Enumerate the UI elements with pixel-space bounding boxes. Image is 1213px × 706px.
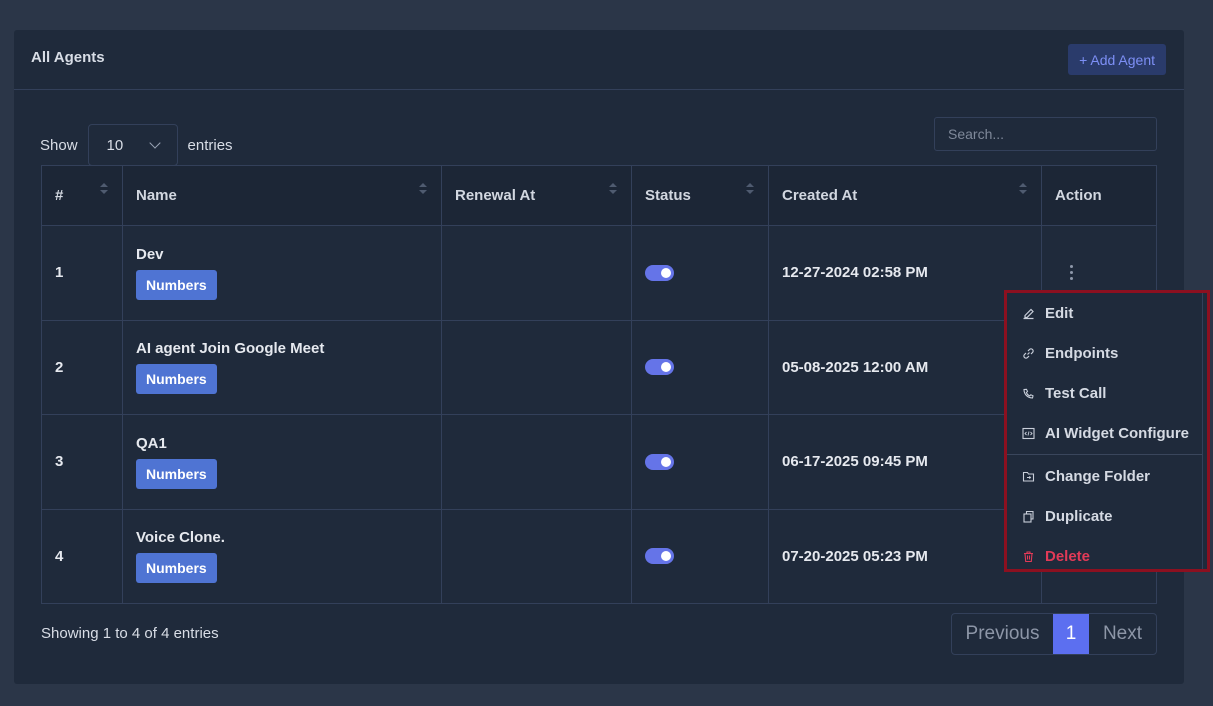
row-index: 1	[41, 225, 123, 321]
table-row: 3 QA1 Numbers 06-17-2025 09:45 PM	[41, 414, 1157, 510]
chevron-down-icon	[148, 137, 161, 149]
menu-item-label: Delete	[1045, 547, 1091, 565]
sort-icon	[746, 183, 754, 197]
sort-icon	[419, 183, 427, 197]
menu-item-label: Endpoints	[1045, 344, 1119, 362]
row-name-cell: AI agent Join Google Meet Numbers	[122, 319, 442, 415]
row-name-cell: QA1 Numbers	[122, 414, 442, 510]
length-control: Show 10 entries	[40, 124, 233, 166]
entries-select[interactable]: 10	[87, 124, 178, 166]
phone-icon	[1022, 387, 1035, 400]
row-status	[631, 414, 769, 510]
row-index: 2	[41, 319, 123, 415]
page-1-button[interactable]: 1	[1053, 614, 1089, 654]
menu-item-change-folder[interactable]: Change Folder	[1007, 456, 1202, 496]
more-options-icon[interactable]	[1069, 265, 1073, 281]
trash-icon	[1022, 550, 1035, 563]
agent-name: Voice Clone.	[136, 529, 225, 547]
row-created: 12-27-2024 02:58 PM	[768, 225, 1042, 321]
show-label: Show	[40, 136, 78, 154]
page-title: All Agents	[31, 49, 105, 66]
numbers-badge[interactable]: Numbers	[136, 269, 217, 300]
previous-page-button[interactable]: Previous	[952, 614, 1053, 654]
row-index: 3	[41, 414, 123, 510]
entries-value: 10	[106, 136, 124, 154]
column-header-name[interactable]: Name	[122, 165, 442, 226]
entries-label: entries	[187, 136, 233, 154]
row-renewal	[441, 225, 632, 321]
action-menu-list: Edit Endpoints Test Call AI Widget Confi…	[1007, 293, 1203, 569]
row-created: 06-17-2025 09:45 PM	[768, 414, 1042, 510]
row-renewal	[441, 414, 632, 510]
row-status	[631, 225, 769, 321]
column-header-created[interactable]: Created At	[768, 165, 1042, 226]
menu-item-endpoints[interactable]: Endpoints	[1007, 333, 1202, 373]
pagination: Previous 1 Next	[951, 613, 1157, 655]
row-renewal	[441, 319, 632, 415]
menu-item-label: Duplicate	[1045, 507, 1113, 525]
table-controls: Show 10 entries	[40, 116, 1157, 166]
menu-item-label: AI Widget Configure	[1045, 424, 1190, 442]
folder-icon	[1022, 470, 1035, 483]
table-row: 2 AI agent Join Google Meet Numbers 05-0…	[41, 319, 1157, 415]
row-index: 4	[41, 508, 123, 604]
table-row: 1 Dev Numbers 12-27-2024 02:58 PM	[41, 225, 1157, 321]
column-header-index[interactable]: #	[41, 165, 123, 226]
column-header-action: Action	[1041, 165, 1157, 226]
column-header-renewal[interactable]: Renewal At	[441, 165, 632, 226]
menu-item-duplicate[interactable]: Duplicate	[1007, 496, 1202, 536]
menu-item-label: Change Folder	[1045, 467, 1151, 485]
menu-item-test-call[interactable]: Test Call	[1007, 373, 1202, 413]
edit-icon	[1022, 307, 1035, 320]
sort-icon	[1019, 183, 1027, 197]
agent-name: AI agent Join Google Meet	[136, 340, 325, 358]
card-header: All Agents + Add Agent	[14, 30, 1184, 90]
sort-icon	[609, 183, 617, 197]
row-created: 05-08-2025 12:00 AM	[768, 319, 1042, 415]
agents-table: # Name Renewal At Status Created At Acti…	[41, 165, 1157, 604]
next-page-button[interactable]: Next	[1089, 614, 1156, 654]
row-renewal	[441, 508, 632, 604]
menu-item-label: Test Call	[1045, 384, 1107, 402]
numbers-badge[interactable]: Numbers	[136, 458, 217, 489]
agent-name: Dev	[136, 245, 164, 263]
menu-item-ai-widget-configure[interactable]: AI Widget Configure	[1007, 413, 1202, 453]
column-header-status[interactable]: Status	[631, 165, 769, 226]
row-status	[631, 319, 769, 415]
copy-icon	[1022, 510, 1035, 523]
status-toggle[interactable]	[645, 264, 674, 281]
code-icon	[1022, 427, 1035, 440]
search-input[interactable]	[934, 117, 1157, 151]
agent-name: QA1	[136, 434, 167, 452]
status-toggle[interactable]	[645, 359, 674, 376]
table-info: Showing 1 to 4 of 4 entries	[41, 625, 219, 642]
row-name-cell: Voice Clone. Numbers	[122, 508, 442, 604]
row-created: 07-20-2025 05:23 PM	[768, 508, 1042, 604]
status-toggle[interactable]	[645, 548, 674, 565]
menu-divider	[1007, 454, 1202, 455]
row-name-cell: Dev Numbers	[122, 225, 442, 321]
menu-item-edit[interactable]: Edit	[1007, 293, 1202, 333]
add-agent-button[interactable]: + Add Agent	[1068, 44, 1166, 75]
table-row: 4 Voice Clone. Numbers 07-20-2025 05:23 …	[41, 508, 1157, 604]
menu-item-label: Edit	[1045, 304, 1074, 322]
action-dropdown-menu: Edit Endpoints Test Call AI Widget Confi…	[1004, 290, 1210, 572]
menu-item-delete[interactable]: Delete	[1007, 536, 1202, 576]
numbers-badge[interactable]: Numbers	[136, 364, 217, 395]
link-icon	[1022, 347, 1035, 360]
status-toggle[interactable]	[645, 453, 674, 470]
sort-icon	[100, 183, 108, 197]
numbers-badge[interactable]: Numbers	[136, 553, 217, 584]
row-status	[631, 508, 769, 604]
